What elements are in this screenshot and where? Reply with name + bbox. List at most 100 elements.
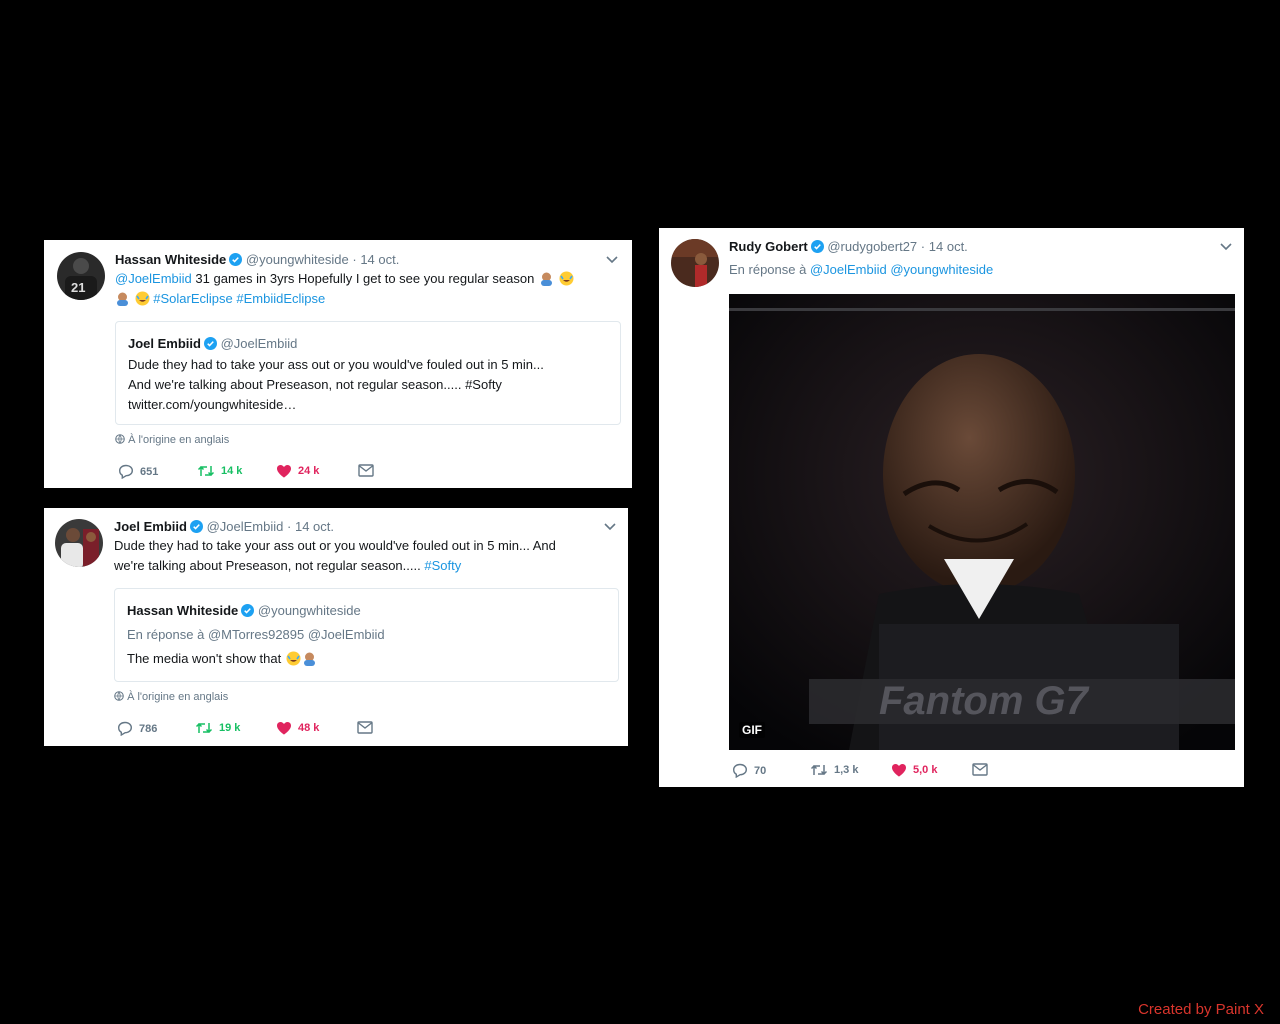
author-name[interactable]: Rudy Gobert (729, 239, 808, 254)
tweet-text-main: 31 games in 3yrs Hopefully I get to see … (195, 271, 535, 286)
translation-note[interactable]: À l'origine en anglais (114, 691, 228, 703)
tweet-text-line: we're talking about Preseason, not regul… (114, 558, 421, 573)
avatar[interactable]: 21 (57, 252, 105, 300)
verified-badge-icon (241, 604, 255, 617)
author-handle[interactable]: @youngwhiteside (246, 252, 349, 267)
tweet-date[interactable]: 14 oct. (295, 519, 334, 534)
keyboard-brand-text: Fantom G7 (879, 679, 1090, 723)
tweet-actions: 70 1,3 k 5,0 k (732, 763, 1032, 779)
heart-icon (892, 764, 906, 777)
reply-mentions[interactable]: @JoelEmbiid @youngwhiteside (810, 262, 993, 277)
reply-count: 786 (139, 722, 158, 735)
tweet-header: Rudy Gobert @rudygobert27 · 14 oct. (729, 239, 968, 254)
direct-message-button[interactable] (357, 721, 373, 734)
tweet-header: Hassan Whiteside @youngwhiteside · 14 oc… (115, 252, 399, 267)
reply-context: En réponse à @JoelEmbiid @youngwhiteside (729, 260, 993, 280)
laughing-crying-emoji-icon (286, 651, 301, 666)
retweet-button[interactable]: 1,3 k (810, 763, 858, 777)
reply-button[interactable]: 786 (117, 721, 157, 736)
quoted-author-handle: @youngwhiteside (257, 603, 361, 618)
avatar[interactable] (55, 519, 103, 567)
envelope-icon (357, 721, 373, 734)
tweet-date[interactable]: 14 oct. (929, 239, 968, 254)
author-name[interactable]: Joel Embiid (114, 519, 187, 534)
tweet-text: Dude they had to take your ass out or yo… (114, 536, 614, 576)
retweet-icon (197, 465, 215, 477)
direct-message-button[interactable] (972, 763, 988, 776)
gif-badge: GIF (739, 722, 765, 738)
chevron-down-icon[interactable] (603, 522, 617, 532)
translation-note[interactable]: À l'origine en anglais (115, 434, 229, 446)
quoted-text-line: Dude they had to take your ass out or yo… (128, 357, 544, 372)
hashtag-link[interactable]: #EmbiidEclipse (236, 291, 325, 306)
author-handle[interactable]: @rudygobert27 (827, 239, 917, 254)
facepalm-emoji-icon (302, 651, 317, 666)
reply-icon (117, 721, 133, 736)
svg-text:21: 21 (71, 280, 85, 295)
like-count: 24 k (298, 465, 320, 477)
retweet-count: 1,3 k (834, 764, 859, 776)
tweet-card-gobert[interactable]: Rudy Gobert @rudygobert27 · 14 oct. En r… (659, 228, 1244, 787)
quoted-tweet-header: Joel Embiid @JoelEmbiid (128, 336, 297, 351)
quoted-tweet-text: Dude they had to take your ass out or yo… (128, 355, 608, 415)
direct-message-button[interactable] (358, 464, 374, 477)
quoted-text-line: twitter.com/youngwhiteside… (128, 397, 297, 412)
laughing-crying-emoji-icon (559, 271, 574, 286)
tweet-text-line: Dude they had to take your ass out or yo… (114, 538, 556, 553)
quoted-reply-to: En réponse à @MTorres92895 @JoelEmbiid (127, 627, 385, 642)
heart-icon (277, 465, 291, 478)
translation-note-text: À l'origine en anglais (128, 434, 230, 446)
translation-note-text: À l'origine en anglais (127, 691, 229, 703)
quoted-author-name: Hassan Whiteside (127, 603, 239, 618)
quoted-text: The media won't show that (127, 651, 282, 666)
reply-prefix: En réponse à (729, 262, 807, 277)
separator-dot: · (920, 239, 926, 254)
avatar[interactable] (671, 239, 719, 287)
retweet-button[interactable]: 19 k (195, 721, 240, 735)
tweet-text: @JoelEmbiid 31 games in 3yrs Hopefully I… (115, 269, 625, 309)
globe-icon (114, 691, 124, 701)
retweet-button[interactable]: 14 k (197, 464, 242, 478)
author-name[interactable]: Hassan Whiteside (115, 252, 226, 267)
like-button[interactable]: 5,0 k (891, 763, 937, 777)
gif-image: Fantom G7 (729, 294, 1235, 750)
hashtag-link[interactable]: #Softy (424, 558, 461, 573)
quoted-tweet-header: Hassan Whiteside @youngwhiteside (127, 603, 361, 618)
like-button[interactable]: 48 k (276, 721, 319, 735)
facepalm-emoji-icon (115, 291, 130, 306)
tweet-card-whiteside[interactable]: 21 Hassan Whiteside @youngwhiteside · 14… (44, 240, 632, 488)
separator-dot: · (352, 252, 357, 267)
facepalm-emoji-icon (539, 271, 554, 286)
reply-button[interactable]: 70 (732, 763, 766, 778)
verified-badge-icon (189, 520, 203, 533)
reply-button[interactable]: 651 (118, 464, 158, 479)
like-count: 5,0 k (913, 764, 938, 776)
quoted-tweet[interactable]: Hassan Whiteside @youngwhiteside En répo… (114, 588, 619, 682)
tweet-actions: 651 14 k 24 k (118, 464, 418, 480)
chevron-down-icon[interactable] (605, 255, 619, 265)
quoted-text-line: And we're talking about Preseason, not r… (128, 377, 502, 392)
reply-icon (732, 763, 748, 778)
quoted-author-handle: @JoelEmbiid (220, 336, 298, 351)
envelope-icon (358, 464, 374, 477)
chevron-down-icon[interactable] (1219, 242, 1233, 252)
like-button[interactable]: 24 k (276, 464, 319, 478)
tweet-card-embiid[interactable]: Joel Embiid @JoelEmbiid · 14 oct. Dude t… (44, 508, 628, 746)
verified-badge-icon (229, 253, 243, 266)
gif-media[interactable]: Fantom G7 GIF (729, 294, 1235, 750)
hashtag-link[interactable]: #SolarEclipse (153, 291, 233, 306)
quoted-author-name: Joel Embiid (128, 336, 201, 351)
envelope-icon (972, 763, 988, 776)
retweet-icon (810, 764, 828, 776)
retweet-count: 14 k (221, 465, 243, 477)
reply-count: 70 (754, 764, 767, 777)
tweet-header: Joel Embiid @JoelEmbiid · 14 oct. (114, 519, 334, 534)
verified-badge-icon (810, 240, 824, 253)
watermark-credit: Created by Paint X (1138, 1001, 1264, 1018)
retweet-count: 19 k (219, 722, 241, 734)
author-handle[interactable]: @JoelEmbiid (207, 519, 284, 534)
mention-link[interactable]: @JoelEmbiid (115, 271, 192, 286)
laughing-crying-emoji-icon (135, 291, 150, 306)
quoted-tweet[interactable]: Joel Embiid @JoelEmbiid Dude they had to… (115, 321, 621, 425)
tweet-date[interactable]: 14 oct. (360, 252, 399, 267)
